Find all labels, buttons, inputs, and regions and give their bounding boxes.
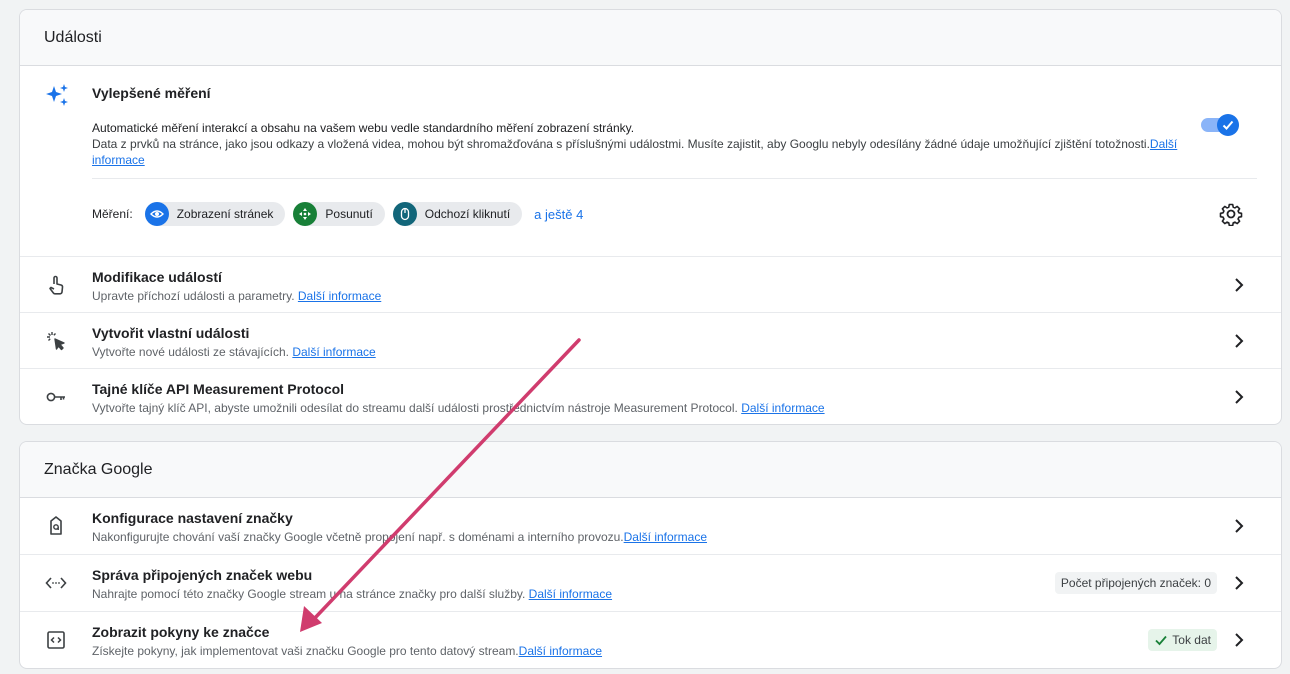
chevron-right-icon	[1235, 278, 1244, 292]
more-measurements-link[interactable]: a ještě 4	[534, 207, 583, 222]
row-title: Konfigurace nastavení značky	[92, 510, 293, 526]
learn-more-link[interactable]: Další informace	[741, 401, 824, 415]
row-description: Nahrajte pomocí této značky Google strea…	[92, 587, 612, 601]
cursor-click-icon	[44, 329, 68, 353]
row-description-text: Nahrajte pomocí této značky Google strea…	[92, 587, 526, 601]
row-description: Vytvořte tajný klíč API, abyste umožnili…	[92, 401, 825, 415]
events-card: Události Vylepšené měření Automatické mě…	[19, 9, 1282, 425]
chip-label: Posunutí	[325, 207, 373, 221]
events-card-title: Události	[44, 28, 102, 46]
chip-scrolls[interactable]: Posunutí	[293, 202, 385, 226]
chevron-right-icon	[1235, 334, 1244, 348]
row-title: Modifikace událostí	[92, 269, 222, 285]
enhanced-description-body: Data z prvků na stránce, jako jsou odkaz…	[92, 137, 1150, 151]
row-title: Vytvořit vlastní události	[92, 325, 250, 341]
learn-more-link[interactable]: Další informace	[529, 587, 612, 601]
tag-icon	[44, 514, 68, 538]
row-connected-site-tags[interactable]: Správa připojených značek webu Nahrajte …	[20, 555, 1281, 612]
check-icon	[1155, 635, 1167, 646]
row-description: Nakonfigurujte chování vaší značky Googl…	[92, 530, 707, 544]
learn-more-link[interactable]: Další informace	[624, 530, 707, 544]
chevron-right-icon	[1235, 390, 1244, 404]
row-description-text: Nakonfigurujte chování vaší značky Googl…	[92, 530, 624, 544]
enhanced-description-strong: Automatické měření interakcí a obsahu na…	[92, 121, 635, 135]
google-tag-card-title: Značka Google	[44, 460, 153, 478]
measurement-label: Měření:	[92, 207, 133, 221]
row-description-text: Získejte pokyny, jak implementovat vaši …	[92, 644, 519, 658]
gear-icon[interactable]	[1219, 202, 1243, 226]
learn-more-link[interactable]: Další informace	[519, 644, 602, 658]
touch-hand-icon	[44, 273, 68, 297]
row-description: Vytvořte nové události ze stávajících. D…	[92, 345, 376, 359]
enhanced-measurement-toggle[interactable]	[1201, 114, 1239, 136]
row-create-custom-events[interactable]: Vytvořit vlastní události Vytvořte nové …	[20, 313, 1281, 369]
data-flow-status-badge: Tok dat	[1148, 629, 1217, 651]
row-description-text: Vytvořte nové události ze stávajících.	[92, 345, 289, 359]
sparkle-icon	[46, 84, 68, 106]
chip-outbound-clicks[interactable]: Odchozí kliknutí	[392, 202, 523, 226]
code-doc-icon	[44, 628, 68, 652]
google-tag-card: Značka Google Konfigurace nastavení znač…	[19, 441, 1282, 669]
check-icon	[1222, 120, 1234, 130]
row-description-text: Upravte příchozí události a parametry.	[92, 289, 295, 303]
chevron-right-icon	[1235, 633, 1244, 647]
code-arrows-icon	[44, 571, 68, 595]
row-description: Získejte pokyny, jak implementovat vaši …	[92, 644, 602, 658]
row-configure-tag-settings[interactable]: Konfigurace nastavení značky Nakonfiguru…	[20, 498, 1281, 555]
chip-page-views[interactable]: Zobrazení stránek	[144, 202, 286, 226]
data-flow-status-label: Tok dat	[1172, 633, 1211, 647]
row-title: Tajné klíče API Measurement Protocol	[92, 381, 345, 397]
row-modify-events[interactable]: Modifikace událostí Upravte příchozí udá…	[20, 257, 1281, 313]
connected-tags-count-badge: Počet připojených značek: 0	[1054, 572, 1217, 594]
chip-label: Zobrazení stránek	[176, 207, 274, 221]
row-description-text: Vytvořte tajný klíč API, abyste umožnili…	[92, 401, 738, 415]
enhanced-measurement-description: Automatické měření interakcí a obsahu na…	[92, 120, 1182, 168]
events-card-header: Události	[20, 10, 1281, 66]
row-api-secrets[interactable]: Tajné klíče API Measurement Protocol Vyt…	[20, 369, 1281, 424]
enhanced-measurement-section: Vylepšené měření Automatické měření inte…	[20, 66, 1281, 257]
eye-icon	[144, 202, 169, 226]
key-icon	[44, 385, 68, 409]
toggle-knob	[1217, 114, 1239, 136]
divider	[92, 178, 1257, 179]
chevron-right-icon	[1235, 576, 1244, 590]
google-tag-card-header: Značka Google	[20, 442, 1281, 498]
row-view-tag-instructions[interactable]: Zobrazit pokyny ke značce Získejte pokyn…	[20, 612, 1281, 668]
mouse-icon	[392, 202, 417, 226]
chevron-right-icon	[1235, 519, 1244, 533]
row-title: Zobrazit pokyny ke značce	[92, 624, 270, 640]
scroll-arrows-icon	[293, 202, 318, 226]
learn-more-link[interactable]: Další informace	[298, 289, 381, 303]
row-title: Správa připojených značek webu	[92, 567, 313, 583]
enhanced-measurement-title: Vylepšené měření	[92, 85, 211, 101]
measurement-chips-row: Měření: Zobrazení stránek Posunutí Odcho…	[92, 202, 583, 226]
learn-more-link[interactable]: Další informace	[292, 345, 375, 359]
chip-label: Odchozí kliknutí	[424, 207, 511, 221]
row-description: Upravte příchozí události a parametry. D…	[92, 289, 381, 303]
